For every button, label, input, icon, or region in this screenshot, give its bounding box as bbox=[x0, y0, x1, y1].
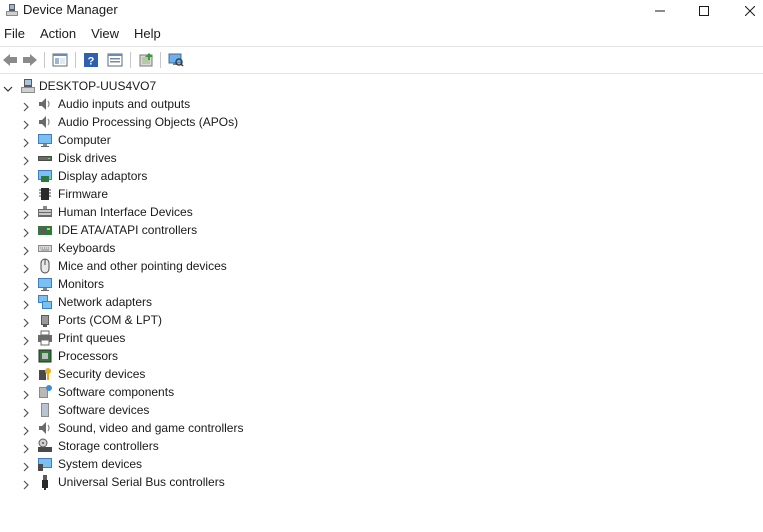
tree-item-label: Sound, video and game controllers bbox=[58, 421, 244, 435]
toolbar-separator bbox=[160, 52, 161, 68]
storage-controller-icon bbox=[37, 438, 53, 454]
tree-item-label: Print queues bbox=[58, 331, 126, 345]
menu-view[interactable]: View bbox=[87, 24, 123, 44]
tree-item-label: Network adapters bbox=[58, 295, 153, 309]
tree-item[interactable]: Ports (COM & LPT) bbox=[0, 311, 400, 329]
menu-action[interactable]: Action bbox=[36, 24, 80, 44]
tree-item-label: Firmware bbox=[58, 187, 108, 201]
tree-item-label: Security devices bbox=[58, 367, 146, 381]
menu-bar: File Action View Help bbox=[0, 24, 763, 44]
tree-item-label: Universal Serial Bus controllers bbox=[58, 475, 225, 489]
port-icon bbox=[37, 312, 53, 328]
toolbar-separator bbox=[75, 52, 76, 68]
menu-help[interactable]: Help bbox=[130, 24, 165, 44]
display-adapter-icon bbox=[37, 168, 53, 184]
ide-controller-icon bbox=[37, 222, 53, 238]
toolbar-separator bbox=[130, 52, 131, 68]
computer-icon bbox=[20, 78, 36, 94]
tree-item-label: Audio inputs and outputs bbox=[58, 97, 191, 111]
menu-file[interactable]: File bbox=[0, 24, 29, 44]
software-device-icon bbox=[37, 402, 53, 418]
processor-icon bbox=[37, 348, 53, 364]
tree-item[interactable]: Human Interface Devices bbox=[0, 203, 400, 221]
show-hide-console-tree-icon[interactable] bbox=[52, 52, 68, 68]
tree-item[interactable]: Monitors bbox=[0, 275, 400, 293]
speaker-icon bbox=[37, 114, 53, 130]
tree-item-label: Ports (COM & LPT) bbox=[58, 313, 163, 327]
tree-item[interactable]: Mice and other pointing devices bbox=[0, 257, 400, 275]
tree-item-label: Mice and other pointing devices bbox=[58, 259, 227, 273]
tree-item[interactable]: Audio Processing Objects (APOs) bbox=[0, 113, 400, 131]
tree-item[interactable]: Software devices bbox=[0, 401, 400, 419]
update-driver-icon[interactable] bbox=[138, 52, 154, 68]
device-manager-app-icon bbox=[4, 2, 20, 18]
hid-icon bbox=[37, 204, 53, 220]
toolbar: ? bbox=[0, 46, 763, 74]
monitor-icon bbox=[37, 276, 53, 292]
computer-icon bbox=[37, 132, 53, 148]
svg-text:?: ? bbox=[88, 56, 95, 68]
root-computer-name: DESKTOP-UUS4VO7 bbox=[39, 79, 157, 93]
tree-item-label: System devices bbox=[58, 457, 143, 471]
tree-item-label: Computer bbox=[58, 133, 111, 147]
tree-item[interactable]: Software components bbox=[0, 383, 400, 401]
tree-root[interactable]: DESKTOP-UUS4VO7 bbox=[0, 77, 300, 95]
tree-item-label: Display adaptors bbox=[58, 169, 148, 183]
scan-hardware-changes-icon[interactable] bbox=[168, 52, 184, 68]
title-bar: Device Manager bbox=[0, 0, 763, 22]
tree-item[interactable]: Sound, video and game controllers bbox=[0, 419, 400, 437]
tree-item-label: IDE ATA/ATAPI controllers bbox=[58, 223, 198, 237]
maximize-button[interactable] bbox=[681, 0, 727, 22]
tree-item[interactable]: Keyboards bbox=[0, 239, 400, 257]
system-device-icon bbox=[37, 456, 53, 472]
tree-item[interactable]: Universal Serial Bus controllers bbox=[0, 473, 400, 491]
printer-icon bbox=[37, 330, 53, 346]
usb-icon bbox=[37, 474, 53, 490]
firmware-icon bbox=[37, 186, 53, 202]
tree-item[interactable]: Network adapters bbox=[0, 293, 400, 311]
tree-item[interactable]: Print queues bbox=[0, 329, 400, 347]
tree-item-label: Processors bbox=[58, 349, 119, 363]
tree-item[interactable]: Display adaptors bbox=[0, 167, 400, 185]
tree-item[interactable]: Processors bbox=[0, 347, 400, 365]
close-button[interactable] bbox=[727, 0, 763, 22]
tree-item[interactable]: Security devices bbox=[0, 365, 400, 383]
help-icon[interactable]: ? bbox=[83, 52, 99, 68]
chevron-right-icon[interactable] bbox=[21, 477, 31, 495]
tree-item[interactable]: IDE ATA/ATAPI controllers bbox=[0, 221, 400, 239]
tree-item[interactable]: Storage controllers bbox=[0, 437, 400, 455]
tree-item[interactable]: Firmware bbox=[0, 185, 400, 203]
close-icon bbox=[745, 6, 755, 16]
minimize-icon bbox=[655, 10, 665, 12]
tree-item-label: Human Interface Devices bbox=[58, 205, 193, 219]
tree-item-label: Software components bbox=[58, 385, 175, 399]
speaker-icon bbox=[37, 96, 53, 112]
tree-item-label: Monitors bbox=[58, 277, 105, 291]
minimize-button[interactable] bbox=[637, 0, 683, 22]
tree-item[interactable]: System devices bbox=[0, 455, 400, 473]
security-device-icon bbox=[37, 366, 53, 382]
speaker-icon bbox=[37, 420, 53, 436]
software-component-icon bbox=[37, 384, 53, 400]
keyboard-icon bbox=[37, 240, 53, 256]
window-title: Device Manager bbox=[23, 2, 118, 17]
forward-arrow-icon[interactable] bbox=[22, 52, 38, 68]
tree-item[interactable]: Computer bbox=[0, 131, 400, 149]
mouse-icon bbox=[37, 258, 53, 274]
tree-item-label: Audio Processing Objects (APOs) bbox=[58, 115, 239, 129]
maximize-icon bbox=[699, 6, 709, 16]
tree-item-label: Keyboards bbox=[58, 241, 116, 255]
properties-icon[interactable] bbox=[107, 52, 123, 68]
toolbar-separator bbox=[44, 52, 45, 68]
disk-drive-icon bbox=[37, 150, 53, 166]
back-arrow-icon[interactable] bbox=[2, 52, 18, 68]
tree-item[interactable]: Disk drives bbox=[0, 149, 400, 167]
tree-item-label: Storage controllers bbox=[58, 439, 159, 453]
tree-item-label: Disk drives bbox=[58, 151, 117, 165]
tree-item-label: Software devices bbox=[58, 403, 150, 417]
network-adapter-icon bbox=[37, 294, 53, 310]
tree-item[interactable]: Audio inputs and outputs bbox=[0, 95, 400, 113]
